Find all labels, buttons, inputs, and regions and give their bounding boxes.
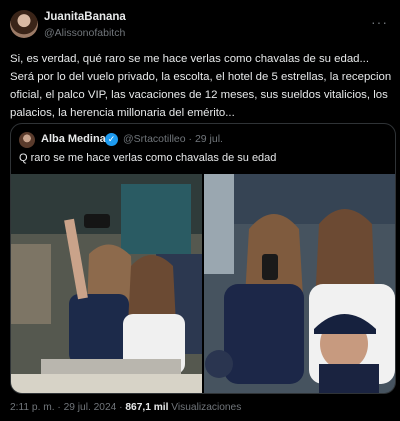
quoted-tweet-header: Alba Medina ✓ @Srtacotilleo · 29 jul. <box>19 132 379 148</box>
tweet-date[interactable]: 29 jul. 2024 <box>64 402 117 413</box>
photo-left[interactable] <box>11 174 202 393</box>
quoted-date: 29 jul. <box>194 133 223 145</box>
quoted-tweet[interactable]: Alba Medina ✓ @Srtacotilleo · 29 jul. Q … <box>10 123 396 394</box>
quoted-author-name: Alba Medina <box>41 133 106 145</box>
quoted-media <box>11 174 395 393</box>
quoted-author-meta: @Srtacotilleo · 29 jul. <box>123 133 223 145</box>
author-avatar[interactable] <box>10 10 38 38</box>
tweet-header: JuanitaBanana @Alissonofabitch ··· <box>10 8 390 44</box>
photo-left-drawing <box>11 174 202 393</box>
author-name[interactable]: JuanitaBanana <box>44 11 126 23</box>
tweet-footer: 2:11 p. m. · 29 jul. 2024 · 867,1 mil Vi… <box>10 402 241 413</box>
quoted-author-avatar <box>19 132 35 148</box>
tweet-text: Si, es verdad, qué raro se me hace verla… <box>10 53 392 119</box>
photo-right[interactable] <box>204 174 395 393</box>
verified-badge-icon: ✓ <box>105 133 118 146</box>
tweet-time[interactable]: 2:11 p. m. <box>10 402 55 413</box>
view-count: 867,1 mil <box>125 402 169 413</box>
more-icon[interactable]: ··· <box>371 14 388 30</box>
author-handle[interactable]: @Alissonofabitch <box>44 27 125 39</box>
quoted-author-handle: @Srtacotilleo <box>123 133 186 145</box>
quoted-tweet-text: Q raro se me hace verlas como chavalas d… <box>19 152 277 164</box>
view-count-label: Visualizaciones <box>171 402 242 413</box>
photo-right-drawing <box>204 174 395 393</box>
